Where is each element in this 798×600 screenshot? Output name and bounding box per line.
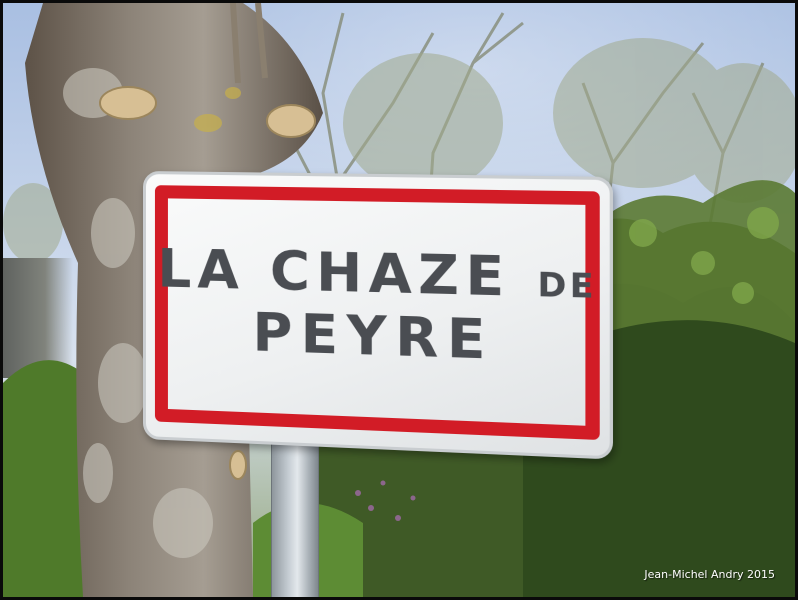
sign-line-1: LA CHAZE DE xyxy=(157,238,597,310)
sign-line-2: PEYRE xyxy=(252,301,495,372)
photo-credit: Jean-Michel Andry 2015 xyxy=(644,568,775,581)
sign-text: LA CHAZE DE PEYRE xyxy=(157,199,597,422)
photograph: LA CHAZE DE PEYRE Jean-Michel Andry 2015 xyxy=(3,3,795,597)
town-sign: LA CHAZE DE PEYRE xyxy=(143,171,614,460)
photo-frame: LA CHAZE DE PEYRE Jean-Michel Andry 2015 xyxy=(0,0,798,600)
sign-pole xyxy=(271,428,319,597)
sign-particle: DE xyxy=(537,264,597,307)
sign-town-name-part-1: LA CHAZE xyxy=(157,238,511,310)
